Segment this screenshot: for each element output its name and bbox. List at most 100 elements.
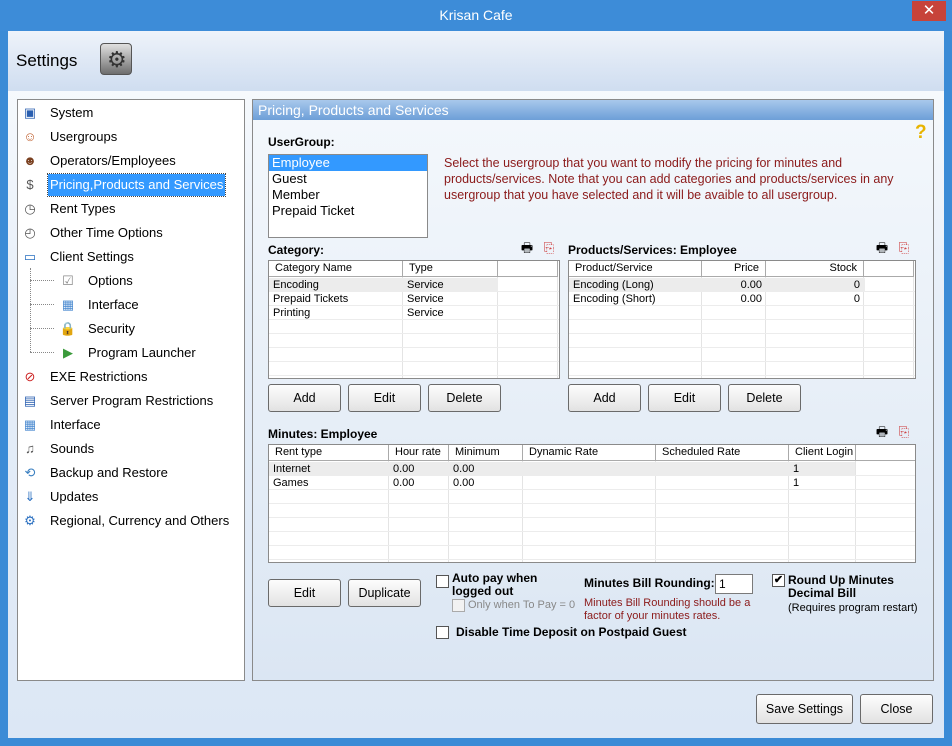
- table-cell[interactable]: Games: [269, 476, 389, 490]
- column-header[interactable]: Rent type: [269, 445, 389, 461]
- column-header[interactable]: Product/Service: [569, 261, 702, 277]
- table-cell[interactable]: 1: [789, 476, 856, 490]
- nav-item-label: Rent Types: [50, 201, 116, 216]
- print-icon[interactable]: 🖶: [517, 239, 537, 257]
- category-edit-button[interactable]: Edit: [348, 384, 421, 412]
- table-cell[interactable]: Internet: [269, 462, 389, 476]
- table-cell[interactable]: Service: [403, 306, 498, 320]
- table-cell[interactable]: Printing: [269, 306, 403, 320]
- window-close-button[interactable]: ✕: [912, 1, 946, 21]
- minutes-edit-button[interactable]: Edit: [268, 579, 341, 607]
- category-delete-button[interactable]: Delete: [428, 384, 501, 412]
- table-cell[interactable]: 0.00: [449, 476, 523, 490]
- minutes-grid[interactable]: Rent type Hour rate Minimum Dynamic Rate Sch…: [268, 444, 916, 563]
- table-cell[interactable]: [523, 476, 656, 490]
- help-icon[interactable]: ?: [915, 122, 927, 144]
- rounding-label: Minutes Bill Rounding:: [584, 576, 715, 590]
- print-icon[interactable]: 🖶: [872, 423, 892, 441]
- launcher-icon: ▶: [63, 345, 73, 360]
- pricing-panel: Pricing, Products and Services ? UserGro…: [252, 99, 934, 681]
- table-cell[interactable]: Encoding (Long): [569, 278, 702, 292]
- column-header[interactable]: Price: [702, 261, 766, 277]
- window-icon: ▦: [61, 297, 75, 312]
- updates-icon: ⇓: [24, 489, 36, 504]
- clock-icon: ◴: [24, 225, 36, 240]
- settings-nav-tree: ▣ System ☺ Usergroups ☻ Operators/Employees $ P…: [17, 99, 245, 681]
- nav-item-label: Options: [88, 273, 133, 288]
- usergroup-item[interactable]: Guest: [269, 171, 427, 187]
- nav-item-label: Usergroups: [50, 129, 118, 144]
- table-cell[interactable]: 0.00: [702, 292, 766, 306]
- nav-item-label: Other Time Options: [50, 225, 163, 240]
- column-header[interactable]: Type: [403, 261, 498, 277]
- backup-icon: ⟲: [24, 465, 36, 480]
- save-settings-button[interactable]: Save Settings: [756, 694, 853, 724]
- usergroup-item[interactable]: Member: [269, 187, 427, 203]
- nav-item-label: Sounds: [50, 441, 95, 456]
- column-header[interactable]: Minimum: [449, 445, 523, 461]
- column-header[interactable]: Stock: [766, 261, 864, 277]
- settings-header: Settings ⚙: [8, 31, 944, 91]
- nav-item-label: Pricing,Products and Services: [46, 173, 227, 197]
- server-icon: ▤: [23, 393, 37, 408]
- nav-item-label: EXE Restrictions: [50, 369, 148, 384]
- product-edit-button[interactable]: Edit: [648, 384, 721, 412]
- products-label: Products/Services: Employee: [568, 243, 737, 257]
- nav-item-label: System: [50, 105, 94, 120]
- column-header[interactable]: [864, 261, 914, 277]
- print-icon[interactable]: 🖶: [872, 239, 892, 257]
- column-header[interactable]: Dynamic Rate: [523, 445, 656, 461]
- table-cell[interactable]: 0: [766, 278, 864, 292]
- usergroup-note: Select the usergroup that you want to mo…: [444, 156, 894, 202]
- products-grid[interactable]: Product/Service Price Stock Encoding (Long)…: [568, 260, 916, 379]
- column-header[interactable]: [856, 445, 915, 461]
- table-cell[interactable]: 0.00: [389, 462, 449, 476]
- nav-item-label: Program Launcher: [88, 345, 196, 360]
- minutes-duplicate-button[interactable]: Duplicate: [348, 579, 421, 607]
- table-cell[interactable]: 1: [789, 462, 856, 476]
- export-icon[interactable]: ⎘: [894, 423, 914, 441]
- column-header[interactable]: Client Login: [789, 445, 856, 461]
- column-header[interactable]: Hour rate: [389, 445, 449, 461]
- table-cell[interactable]: [523, 462, 656, 476]
- nav-item-label: Interface: [50, 417, 101, 432]
- rounding-input[interactable]: 1: [715, 574, 753, 594]
- table-cell[interactable]: Prepaid Tickets: [269, 292, 403, 306]
- table-cell[interactable]: [656, 476, 789, 490]
- minutes-label: Minutes: Employee: [268, 427, 378, 441]
- disable-deposit-checkbox[interactable]: [436, 626, 449, 639]
- table-cell[interactable]: 0.00: [702, 278, 766, 292]
- product-add-button[interactable]: Add: [568, 384, 641, 412]
- nav-item-label: Regional, Currency and Others: [50, 513, 230, 528]
- close-button[interactable]: Close: [860, 694, 933, 724]
- only-when-topay-checkbox[interactable]: [452, 599, 465, 612]
- table-cell[interactable]: 0.00: [389, 476, 449, 490]
- roundup-label: Round Up Minutes Decimal Bill: [788, 573, 894, 600]
- table-cell[interactable]: Service: [403, 292, 498, 306]
- roundup-note: (Requires program restart): [788, 602, 918, 614]
- autopay-checkbox[interactable]: [436, 575, 449, 588]
- table-cell[interactable]: Encoding (Short): [569, 292, 702, 306]
- export-icon[interactable]: ⎘: [539, 239, 559, 257]
- product-delete-button[interactable]: Delete: [728, 384, 801, 412]
- no-entry-icon: ⊘: [24, 369, 36, 384]
- user-icon: ☻: [23, 153, 37, 168]
- table-cell[interactable]: [656, 462, 789, 476]
- usergroup-item[interactable]: Prepaid Ticket: [269, 203, 427, 219]
- table-cell[interactable]: 0.00: [449, 462, 523, 476]
- column-header[interactable]: Category Name: [269, 261, 403, 277]
- table-cell[interactable]: Encoding: [269, 278, 403, 292]
- table-cell[interactable]: Service: [403, 278, 498, 292]
- category-grid[interactable]: Category Name Type Encoding Service Prepaid …: [268, 260, 560, 379]
- export-icon[interactable]: ⎘: [894, 239, 914, 257]
- nav-item-label: Server Program Restrictions: [50, 393, 214, 408]
- window-client: Settings ⚙ ▣ System ☺ Usergroups ☻ Operators/…: [8, 31, 944, 738]
- category-add-button[interactable]: Add: [268, 384, 341, 412]
- roundup-checkbox[interactable]: ✔: [772, 574, 785, 587]
- usergroup-item[interactable]: Employee: [269, 155, 427, 171]
- usergroup-listbox[interactable]: Employee Guest Member Prepaid Ticket: [268, 154, 428, 238]
- table-cell[interactable]: 0: [766, 292, 864, 306]
- lock-icon: 🔒: [59, 321, 77, 336]
- column-header[interactable]: [498, 261, 558, 277]
- column-header[interactable]: Scheduled Rate: [656, 445, 789, 461]
